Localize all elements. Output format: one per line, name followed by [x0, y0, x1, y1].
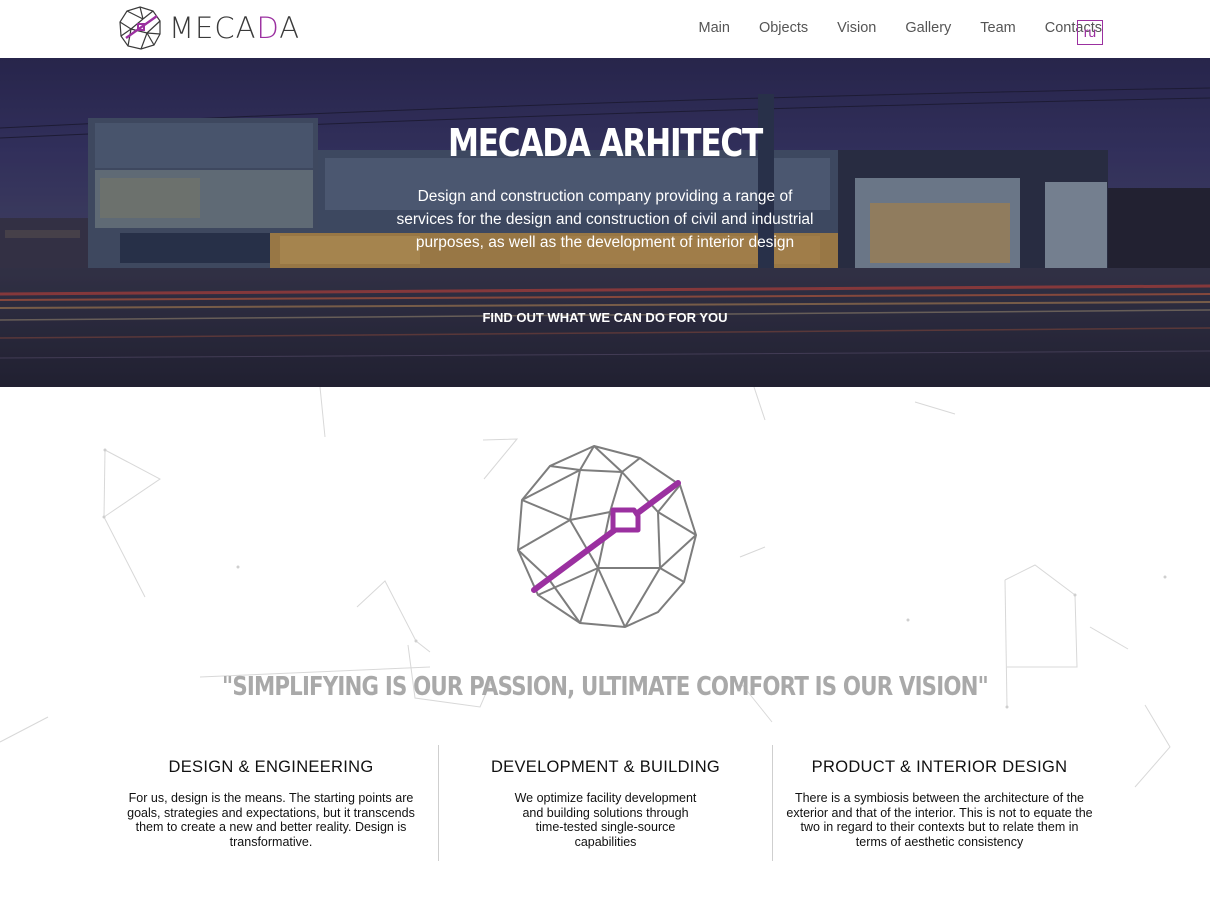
- service-title: DESIGN & ENGINEERING: [168, 758, 374, 776]
- company-emblem-polyhedron-icon: [516, 444, 698, 629]
- service-title: DEVELOPMENT & BUILDING: [490, 758, 721, 776]
- language-switch[interactable]: ru: [1077, 20, 1103, 45]
- hero-banner: MECADA ARHITECT Design and construction …: [0, 58, 1210, 387]
- service-column-development: DEVELOPMENT & BUILDING We optimize facil…: [438, 745, 772, 861]
- service-column-design: DESIGN & ENGINEERING For us, design is t…: [104, 745, 438, 861]
- nav-item-gallery[interactable]: Gallery: [905, 20, 951, 36]
- service-title: PRODUCT & INTERIOR DESIGN: [811, 758, 1068, 776]
- hero-description: Design and construction company providin…: [396, 188, 814, 251]
- main-nav: Main Objects Vision Gallery Team Contact…: [670, 20, 1102, 36]
- logo-polyhedron-icon: [119, 6, 161, 50]
- service-text: There is a symbiosis between the archite…: [786, 791, 1093, 849]
- service-text: For us, design is the means. The startin…: [127, 791, 415, 849]
- nav-item-team[interactable]: Team: [980, 20, 1015, 36]
- hero-cta-label[interactable]: FIND OUT WHAT WE CAN DO FOR YOU: [482, 310, 727, 325]
- logo-wordmark: MECADA: [169, 11, 301, 45]
- service-column-interior: PRODUCT & INTERIOR DESIGN There is a sym…: [772, 745, 1106, 861]
- nav-item-vision[interactable]: Vision: [837, 20, 876, 36]
- hero-title: MECADA ARHITECT: [447, 121, 763, 165]
- hero-cta-link[interactable]: FIND OUT WHAT WE CAN DO FOR YOU: [0, 310, 1210, 325]
- nav-item-objects[interactable]: Objects: [759, 20, 808, 36]
- site-header: MECADA Main Objects Vision Gallery Team …: [0, 0, 1210, 58]
- service-text: We optimize facility development and bui…: [514, 791, 697, 849]
- slogan-heading: "SIMPLIFYING IS OUR PASSION, ULTIMATE CO…: [222, 672, 989, 702]
- logo[interactable]: MECADA: [117, 5, 300, 51]
- nav-item-main[interactable]: Main: [699, 20, 730, 36]
